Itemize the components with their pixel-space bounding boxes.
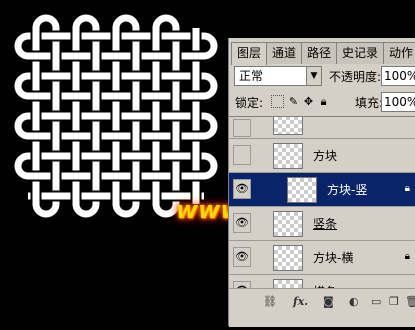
visibility-toggle[interactable] <box>233 145 251 165</box>
lock-transparency-icon[interactable] <box>271 95 284 108</box>
layer-thumbnail <box>287 177 317 203</box>
layer-name: 竖条 <box>313 217 338 231</box>
layers-panel: 图层 通道 路径 史记录 动作 正常 ▼ 不透明度: 100% 锁定: ✎ ✥ … <box>228 38 415 327</box>
layer-thumbnail <box>273 245 303 271</box>
opacity-label: 不透明度: <box>329 70 382 84</box>
tab-paths[interactable]: 路径 <box>301 42 337 64</box>
eye-icon[interactable]: 👁︎ <box>233 179 251 199</box>
lock-label: 锁定: <box>235 96 264 110</box>
layer-row-fangkuai[interactable]: 方块 <box>229 139 415 173</box>
layer-name: 方块-竖 <box>327 183 368 197</box>
link-icon[interactable]: ⛓ <box>263 295 277 308</box>
tab-channels[interactable]: 通道 <box>266 42 302 64</box>
adjustment-icon[interactable]: ◐ <box>349 295 359 308</box>
layer-name: 方块 <box>313 149 338 163</box>
layer-list: 方块 👁︎ 方块-竖 🔒︎ 👁︎ 竖条 👁︎ 方块-横 🔒︎ 👁︎ 横条 <box>229 116 415 289</box>
tab-history[interactable]: 史记录 <box>336 42 384 64</box>
layer-row[interactable] <box>229 117 415 139</box>
layer-thumbnail <box>273 117 303 135</box>
visibility-toggle[interactable] <box>233 119 251 137</box>
brush-icon[interactable]: ✎ <box>287 95 300 108</box>
fx-icon[interactable]: fx. <box>293 295 308 308</box>
lock-icon: 🔒︎ <box>404 251 410 262</box>
layer-thumbnail <box>273 211 303 237</box>
eye-icon[interactable]: 👁︎ <box>233 247 251 267</box>
fill-label: 填充: <box>355 96 384 110</box>
chevron-down-icon[interactable]: ▼ <box>306 67 321 85</box>
eye-icon[interactable]: 👁︎ <box>233 213 251 233</box>
layer-name: 方块-横 <box>313 251 354 265</box>
tab-layers[interactable]: 图层 <box>231 42 267 65</box>
trash-icon[interactable]: 🗑︎ <box>405 295 415 308</box>
blend-opacity-row: 正常 ▼ 不透明度: 100% <box>229 66 415 88</box>
lock-icon: 🔒︎ <box>404 183 410 194</box>
lock-icon[interactable]: 🔒︎ <box>317 95 330 108</box>
document-canvas[interactable]: www.68ps.com <box>0 0 380 326</box>
weave-artwork <box>14 14 218 218</box>
layer-thumbnail <box>273 143 303 169</box>
layers-bottom-bar: ⛓ fx. ◙ ◐ ▭ ❐ 🗑︎ <box>229 288 415 327</box>
new-layer-icon[interactable]: ❐ <box>389 295 399 308</box>
fill-input[interactable]: 100% <box>381 92 415 112</box>
move-icon[interactable]: ✥ <box>302 95 315 108</box>
opacity-input[interactable]: 100% <box>381 66 415 86</box>
panel-tabs: 图层 通道 路径 史记录 动作 <box>229 42 415 65</box>
lock-fill-row: 锁定: ✎ ✥ 🔒︎ 填充: 100% <box>229 92 415 112</box>
blend-mode-select[interactable]: 正常 ▼ <box>234 66 322 86</box>
layer-row-shutiao[interactable]: 👁︎ 竖条 <box>229 207 415 241</box>
layer-row-fangkuai-shu[interactable]: 👁︎ 方块-竖 🔒︎ <box>229 173 415 207</box>
mask-icon[interactable]: ◙ <box>323 295 334 308</box>
blend-mode-value: 正常 <box>239 69 264 83</box>
folder-icon[interactable]: ▭ <box>371 295 381 308</box>
layer-row-fangkuai-heng[interactable]: 👁︎ 方块-横 🔒︎ <box>229 241 415 275</box>
tab-actions[interactable]: 动作 <box>383 42 415 64</box>
layer-row-hengtiao[interactable]: 👁︎ 横条 <box>229 275 415 289</box>
